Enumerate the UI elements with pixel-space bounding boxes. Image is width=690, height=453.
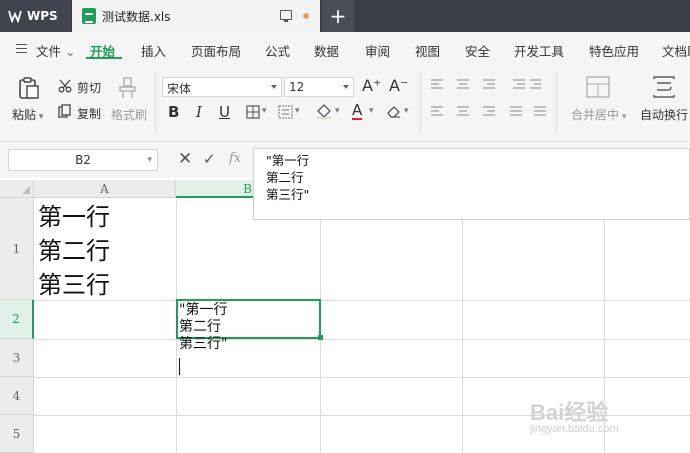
fill-color-bucket-icon[interactable]	[315, 103, 333, 119]
cell-a1[interactable]: 第一行 第二行 第三行	[38, 200, 110, 302]
document-title: 测试数据.xls	[102, 9, 171, 24]
chevron-down-icon[interactable]: ▾	[335, 106, 340, 116]
active-tab-underline	[86, 57, 122, 59]
insert-function-button[interactable]: fx	[229, 151, 241, 166]
fill-pattern-icon[interactable]	[278, 105, 293, 119]
row-header-3[interactable]: 3	[0, 339, 34, 377]
shrink-font-button[interactable]: A⁻	[389, 76, 408, 95]
copy-button[interactable]: 复制	[77, 105, 101, 122]
menu-tab-formulas[interactable]: 公式	[265, 41, 290, 60]
cancel-edit-button[interactable]: ✕	[178, 149, 192, 169]
unsaved-indicator-dot	[303, 13, 309, 19]
menu-tab-data[interactable]: 数据	[314, 41, 339, 60]
menu-tab-special[interactable]: 特色应用	[589, 41, 639, 60]
wps-home-tab[interactable]: WPS	[0, 0, 71, 32]
cell-text-line: 第一行	[38, 203, 110, 231]
italic-button[interactable]: I	[196, 103, 202, 121]
bold-button[interactable]: B	[168, 103, 179, 121]
wrap-text-button[interactable]: 自动换行	[640, 106, 688, 123]
merge-center-icon[interactable]	[586, 76, 610, 98]
document-tab[interactable]: 测试数据.xls	[72, 0, 320, 32]
eraser-icon[interactable]	[386, 104, 402, 119]
cell-text-line: "第一行	[179, 302, 228, 318]
monitor-icon[interactable]	[280, 10, 292, 22]
menu-tab-review[interactable]: 审阅	[365, 41, 390, 60]
cell-b2-editor[interactable]: "第一行 第二行 第三行"	[179, 302, 227, 353]
baidu-jingyan-watermark: Bai经验 jingyan.baidu.com	[530, 395, 660, 445]
paste-button[interactable]: 粘贴 ▾	[12, 106, 43, 123]
cell-text-line: 第二行	[38, 237, 110, 265]
watermark-url: jingyan.baidu.com	[530, 423, 619, 435]
chevron-down-icon	[271, 85, 277, 89]
file-menu[interactable]: 文件 ⌄	[36, 41, 75, 60]
chevron-down-icon[interactable]: ▾	[369, 106, 374, 116]
cell-name-box[interactable]: B2 ▾	[8, 149, 158, 171]
format-painter-button[interactable]: 格式刷	[111, 106, 147, 123]
menu-tab-page-layout[interactable]: 页面布局	[191, 41, 241, 60]
wrap-text-icon[interactable]	[652, 76, 676, 98]
wps-logo-icon	[8, 10, 22, 23]
grow-font-button[interactable]: A⁺	[362, 76, 381, 95]
row-header-2[interactable]: 2	[0, 300, 34, 339]
menu-tab-insert[interactable]: 插入	[141, 41, 166, 60]
formula-line: 第三行"	[266, 187, 310, 202]
formula-line: 第二行	[266, 170, 304, 185]
font-name-select[interactable]: 宋体	[162, 77, 282, 97]
borders-icon[interactable]	[246, 105, 260, 119]
select-all-corner[interactable]	[0, 180, 34, 198]
menu-tab-doc-assistant[interactable]: 文档助	[662, 41, 690, 60]
confirm-edit-button[interactable]: ✓	[203, 150, 216, 168]
cell-text-line: 第二行	[179, 319, 221, 335]
fill-handle[interactable]	[318, 335, 323, 340]
ribbon-separator	[556, 72, 557, 134]
column-header-a[interactable]: A	[34, 180, 176, 198]
horizontal-align-icons[interactable]	[430, 105, 548, 119]
new-tab-button[interactable]: +	[322, 0, 354, 32]
formula-line: "第一行	[266, 153, 310, 168]
gridline	[34, 377, 690, 378]
gridline	[34, 300, 690, 301]
gridline	[34, 339, 690, 340]
cell-text-line: 第三行"	[179, 336, 228, 352]
chevron-down-icon[interactable]: ▾	[262, 106, 267, 116]
merge-center-button[interactable]: 合并居中 ▾	[571, 106, 626, 123]
font-size-select[interactable]: 12	[284, 77, 354, 97]
font-color-button[interactable]: A	[352, 102, 363, 120]
formula-content-editor[interactable]: "第一行 第二行 第三行"	[253, 148, 690, 220]
cell-reference: B2	[75, 153, 91, 167]
copy-icon[interactable]	[58, 104, 72, 118]
scissors-icon[interactable]	[58, 79, 72, 93]
spreadsheet-file-icon	[82, 8, 96, 24]
format-painter-icon[interactable]	[118, 77, 138, 99]
app-name: WPS	[27, 9, 58, 23]
row-header-5[interactable]: 5	[0, 415, 34, 453]
cut-button[interactable]: 剪切	[77, 79, 101, 96]
row-header-4[interactable]: 4	[0, 377, 34, 415]
text-cursor	[179, 358, 180, 375]
ribbon-separator	[155, 72, 156, 134]
row-header-1[interactable]: 1	[0, 198, 34, 300]
paste-icon[interactable]	[17, 76, 41, 100]
hamburger-menu-icon[interactable]	[16, 44, 27, 53]
menu-tab-developer[interactable]: 开发工具	[514, 41, 564, 60]
chevron-down-icon	[343, 85, 349, 89]
chevron-down-icon[interactable]: ▾	[404, 106, 409, 116]
ribbon-separator	[420, 72, 421, 134]
menu-tab-view[interactable]: 视图	[415, 41, 440, 60]
vertical-align-icons[interactable]	[430, 78, 542, 92]
chevron-down-icon[interactable]: ▾	[147, 150, 152, 170]
cell-text-line: 第三行	[38, 271, 110, 299]
underline-button[interactable]: U	[219, 103, 230, 121]
menu-tab-security[interactable]: 安全	[465, 41, 490, 60]
chevron-down-icon[interactable]: ▾	[295, 106, 300, 116]
